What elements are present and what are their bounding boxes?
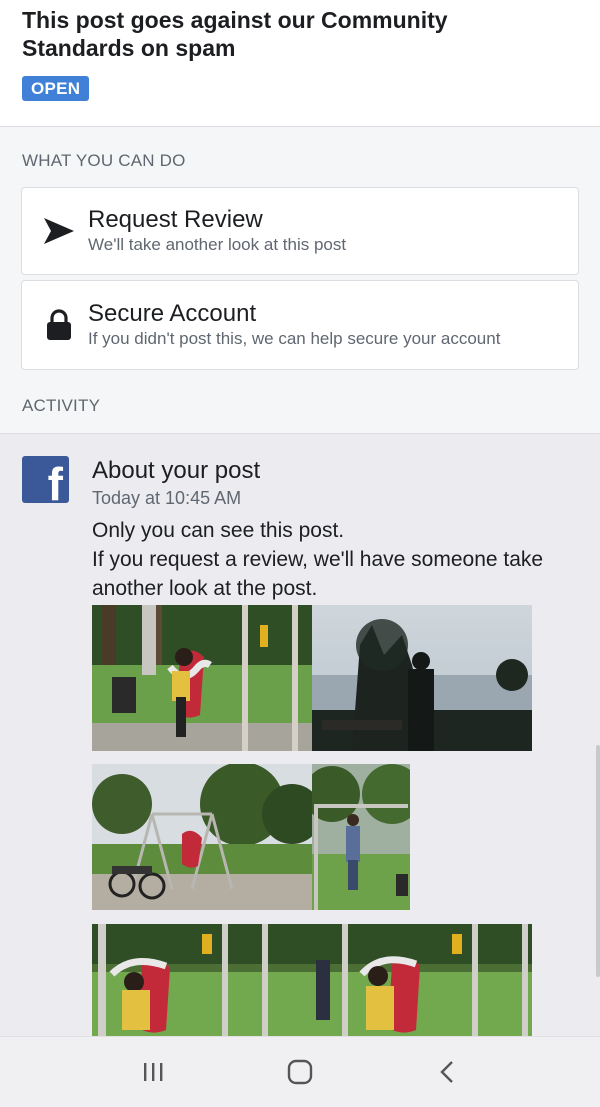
request-review-title: Request Review [88,206,263,233]
activity-message-line-1: Only you can see this post. [92,519,345,542]
post-photo-6[interactable] [312,924,532,1038]
post-photo-1[interactable] [92,605,312,751]
lock-icon [42,308,76,342]
request-review-subtitle: We'll take another look at this post [88,235,347,254]
facebook-logo-icon: f [22,456,69,503]
request-review-button[interactable]: Request Review We'll take another look a… [21,187,579,275]
back-icon[interactable] [417,1052,477,1092]
android-navigation-bar [0,1036,600,1107]
status-badge: OPEN [22,76,90,101]
activity-message-line-2: If you request a review, we'll have some… [92,548,544,571]
secure-account-title: Secure Account [88,300,257,327]
activity-message-line-3: another look at the post. [92,577,318,600]
secure-account-subtitle: If you didn't post this, we can help sec… [88,329,501,348]
activity-timestamp: Today at 10:45 AM [92,488,242,508]
header: This post goes against our Community Sta… [0,0,600,127]
post-photo-5[interactable] [92,924,312,1038]
home-icon[interactable] [270,1052,330,1092]
activity-item: About your post Today at 10:45 AM Only y… [92,456,580,603]
activity-label: ACTIVITY [22,396,101,415]
send-arrow-icon [42,214,76,248]
post-photo-2[interactable] [312,605,532,751]
secure-account-button[interactable]: Secure Account If you didn't post this, … [21,280,579,370]
post-photo-4[interactable] [312,764,410,910]
activity-panel: f About your post Today at 10:45 AM Only… [0,434,600,1059]
activity-message: Only you can see this post. If you reque… [92,516,580,603]
page-title: This post goes against our Community Sta… [22,7,448,61]
post-photo-3[interactable] [92,764,312,910]
activity-title: About your post [92,457,261,484]
scrollbar[interactable] [596,745,600,977]
what-you-can-do-label: WHAT YOU CAN DO [22,151,186,170]
recent-apps-icon[interactable] [123,1052,183,1092]
